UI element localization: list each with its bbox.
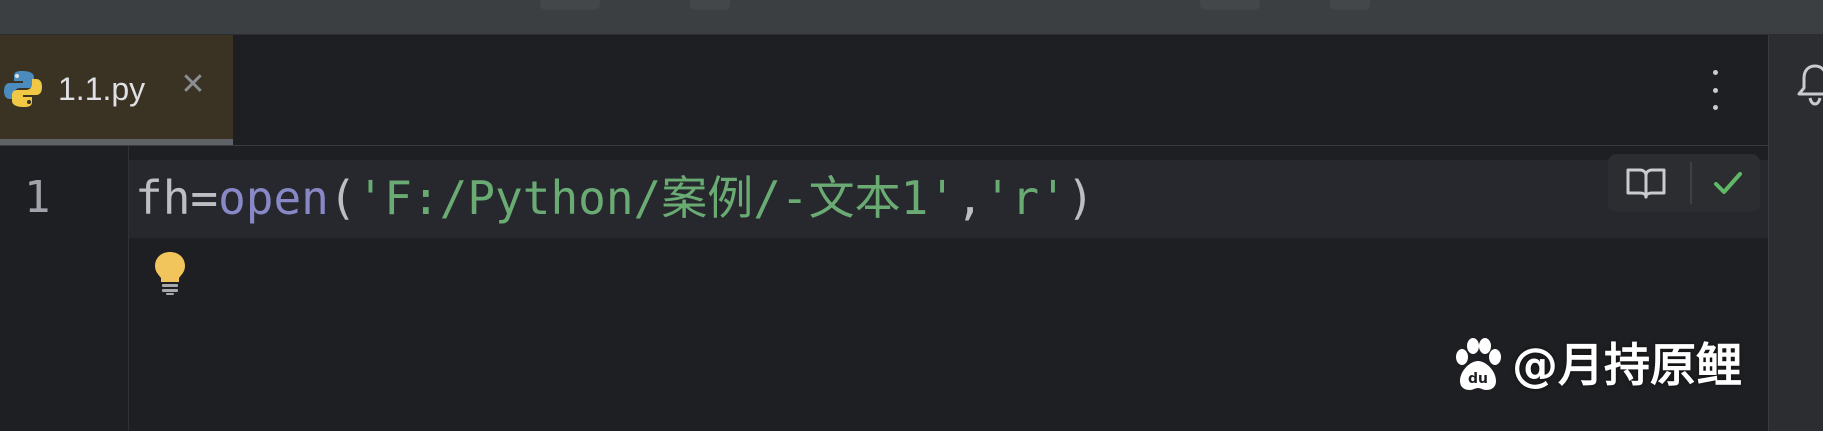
tab-close-icon[interactable]: ✕ (179, 68, 207, 102)
baidu-paw-icon: du (1456, 338, 1501, 390)
svg-text:du: du (1468, 371, 1488, 387)
tab-1-1-py[interactable]: 1.1.py ✕ (0, 35, 233, 145)
notifications-bell-icon[interactable] (1795, 60, 1823, 108)
code-comma: , (956, 171, 984, 225)
watermark: du @月持原鲤 (1452, 333, 1742, 397)
code-string: 'F:/Python/案例/-文本1' (356, 171, 956, 225)
inspection-widget (1608, 154, 1760, 212)
code-line-1[interactable]: fh=open('F:/Python/案例/-文本1','r') (135, 168, 1095, 228)
line-number: 1 (24, 172, 51, 223)
check-icon[interactable] (1712, 168, 1744, 198)
code-builtin: open (218, 171, 329, 225)
code-string: 'r' (983, 171, 1067, 225)
active-tab-indicator (0, 139, 233, 145)
code-paren: ( (328, 171, 357, 225)
code-operator: = (190, 171, 219, 225)
code-paren: ) (1066, 171, 1095, 225)
code-identifier: fh (135, 171, 191, 225)
line-gutter (0, 146, 129, 431)
title-bar (0, 0, 1823, 35)
toolbar-button-cropped[interactable] (1330, 0, 1370, 10)
tab-label: 1.1.py (58, 71, 146, 107)
widget-divider (1690, 162, 1692, 204)
reader-mode-icon[interactable] (1624, 166, 1668, 200)
toolbar-button-cropped[interactable] (1200, 0, 1260, 10)
editor-tab-bar: 1.1.py ✕ (0, 35, 1768, 146)
lightbulb-icon[interactable] (152, 250, 188, 296)
python-file-icon (4, 71, 42, 107)
more-vertical-icon[interactable] (1700, 70, 1730, 110)
toolbar-button-cropped[interactable] (690, 0, 730, 10)
watermark-text: @月持原鲤 (1512, 338, 1742, 392)
ide-window: 1.1.py ✕ 1 fh=open('F:/Python/案例/-文本1','… (0, 0, 1823, 431)
toolbar-button-cropped[interactable] (540, 0, 600, 10)
